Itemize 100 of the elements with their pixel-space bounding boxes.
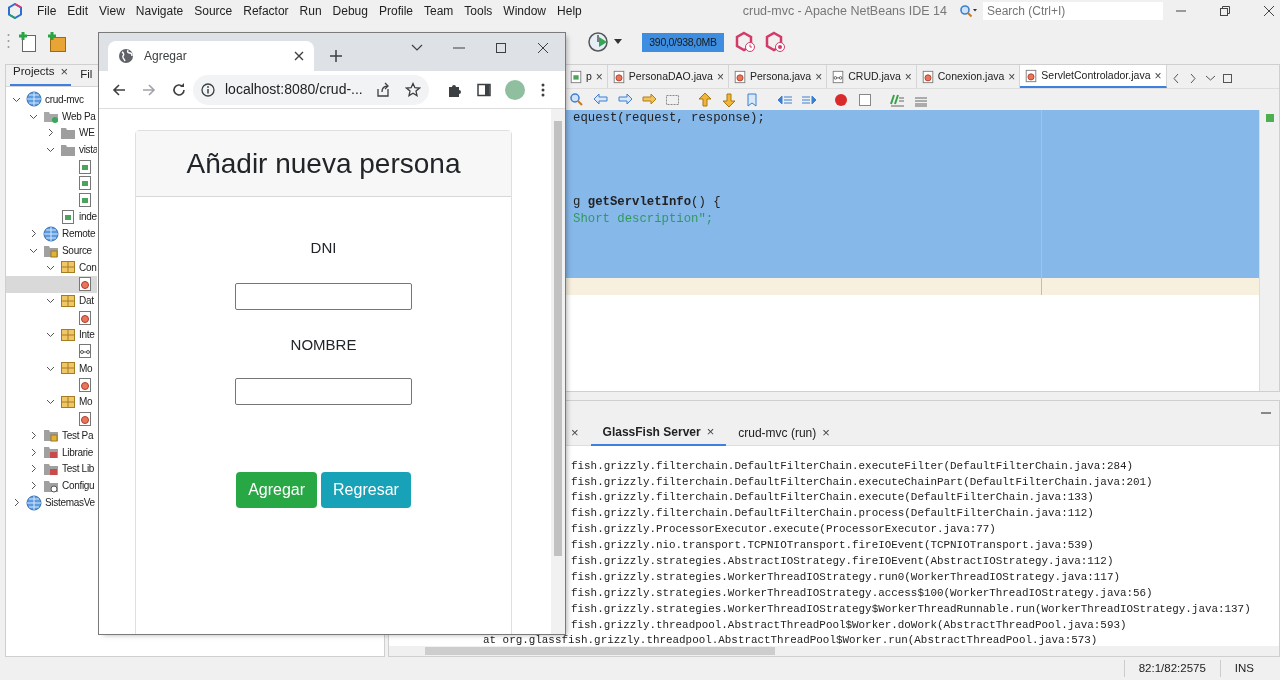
scrollbar-thumb[interactable]: [554, 121, 562, 556]
reload-icon[interactable]: [171, 81, 187, 98]
tree-label: Con: [79, 260, 97, 275]
editor-tab[interactable]: ServletControlador.java ×: [1020, 65, 1167, 88]
chevron-right-icon[interactable]: [12, 498, 21, 507]
menu-item[interactable]: File: [37, 2, 57, 20]
gc-icon[interactable]: [734, 31, 756, 53]
menu-item[interactable]: View: [99, 2, 125, 20]
menu-item[interactable]: Debug: [332, 2, 368, 20]
maximize-icon[interactable]: [1221, 73, 1233, 84]
share-icon[interactable]: [375, 81, 391, 98]
output-tab[interactable]: ×: [571, 420, 591, 446]
menu-item[interactable]: Navigate: [135, 2, 184, 20]
tree-item[interactable]: Con: [6, 258, 97, 276]
tree-item[interactable]: SistemasVe: [6, 494, 97, 511]
menu-item[interactable]: Help: [557, 2, 582, 20]
close-icon[interactable]: [537, 42, 549, 54]
chevron-down-icon[interactable]: [46, 296, 55, 306]
chevron-right-icon[interactable]: [29, 447, 38, 457]
close-icon[interactable]: ×: [571, 423, 579, 443]
down-arrow-icon[interactable]: [721, 91, 737, 108]
tree-item[interactable]: Dat: [6, 292, 97, 310]
chevron-right-icon[interactable]: [29, 481, 38, 491]
chevron-right-icon[interactable]: [46, 128, 55, 138]
menu-item[interactable]: Run: [299, 2, 322, 20]
close-icon[interactable]: ×: [595, 67, 603, 86]
gauge-icon[interactable]: [587, 31, 609, 53]
ok-mark-icon[interactable]: [1265, 114, 1274, 122]
star-icon[interactable]: [405, 81, 421, 98]
search-icon[interactable]: [959, 4, 977, 18]
search-icon[interactable]: [569, 91, 585, 108]
menu-item[interactable]: Edit: [67, 2, 89, 20]
tree-item[interactable]: Web Pa: [6, 107, 97, 125]
chevron-down-icon[interactable]: [29, 246, 38, 256]
tree-item[interactable]: Source: [6, 242, 97, 259]
search-field[interactable]: Search (Ctrl+I): [983, 2, 1163, 20]
output-tab[interactable]: GlassFish Server ×: [590, 420, 727, 446]
close-icon[interactable]: ×: [706, 422, 715, 442]
caret-icon[interactable]: [614, 39, 622, 45]
scrollbar-thumb[interactable]: [425, 647, 775, 656]
menu-item[interactable]: Profile: [379, 2, 413, 20]
menu-item[interactable]: Team: [424, 2, 454, 20]
record-icon[interactable]: [833, 91, 849, 108]
input-field[interactable]: [235, 378, 412, 405]
tree-item[interactable]: inde: [6, 208, 97, 226]
panel-tab[interactable]: Fil: [77, 62, 96, 86]
chevron-right-icon[interactable]: [29, 430, 38, 440]
chevron-down-icon[interactable]: [46, 397, 55, 407]
close-icon[interactable]: ×: [815, 67, 823, 86]
close-icon[interactable]: ×: [1154, 66, 1162, 85]
menu-item[interactable]: Tools: [464, 2, 493, 20]
tree-item[interactable]: WE: [6, 124, 97, 142]
stop-icon[interactable]: [857, 91, 873, 108]
tree-item[interactable]: [6, 275, 97, 293]
output-tab[interactable]: crud-mvc (run) ×: [726, 420, 842, 446]
menu-item[interactable]: Refactor: [243, 2, 289, 20]
menu-item[interactable]: Window: [503, 2, 547, 20]
tree-label: Dat: [79, 294, 94, 309]
info-icon[interactable]: [201, 82, 215, 97]
input-field[interactable]: [235, 283, 412, 310]
plus-icon[interactable]: [330, 50, 342, 62]
new-file-icon[interactable]: [18, 31, 38, 53]
log-line: fish.grizzly.filterchain.DefaultFilterChain.executeFilter(DefaultFilterChain.java:284): [570, 458, 1135, 474]
chevron-down-icon[interactable]: [46, 330, 55, 340]
address-bar[interactable]: localhost:8080/crud-...: [193, 74, 429, 105]
panel-tab[interactable]: Projects ×: [10, 58, 72, 86]
close-icon[interactable]: [294, 51, 304, 61]
sidebar-icon[interactable]: [476, 81, 492, 98]
tree-item[interactable]: Remote: [6, 225, 97, 243]
tree-item[interactable]: Librarie: [6, 443, 97, 461]
chevron-down-icon[interactable]: [46, 145, 55, 155]
restore-icon[interactable]: [1219, 5, 1231, 17]
tree-item[interactable]: Mo: [6, 359, 97, 377]
tree-item[interactable]: Mo: [6, 393, 97, 411]
chevron-right-icon[interactable]: [29, 229, 38, 239]
forward-arrow-icon[interactable]: [141, 81, 157, 98]
memory-meter[interactable]: 390,0/938,0MB: [642, 32, 724, 52]
close-icon[interactable]: ×: [822, 423, 830, 443]
browser-tab[interactable]: Agregar: [108, 41, 314, 71]
menu-item[interactable]: Source: [194, 2, 233, 20]
new-project-icon[interactable]: [47, 31, 67, 53]
chevron-right-icon[interactable]: [29, 464, 38, 474]
tree-item[interactable]: crud-mvc: [6, 91, 97, 108]
form-heading: Añadir nueva persona: [186, 146, 461, 181]
tree-item[interactable]: Test Lib: [6, 460, 97, 478]
tree-item[interactable]: Inte: [6, 326, 97, 343]
globe-icon: [43, 225, 59, 242]
close-icon[interactable]: ×: [716, 67, 724, 86]
up-arrow-icon[interactable]: [697, 91, 713, 108]
gc-icon[interactable]: [764, 31, 786, 53]
maximize-icon[interactable]: [495, 42, 507, 54]
tree-label: inde: [79, 210, 97, 225]
tree-item[interactable]: Configu: [6, 477, 97, 495]
close-icon[interactable]: ×: [904, 67, 912, 86]
tree-item[interactable]: Test Pa: [6, 426, 97, 444]
back-arrow-icon[interactable]: [111, 81, 127, 98]
chevron-down-icon[interactable]: [1204, 73, 1216, 84]
close-icon[interactable]: ×: [1008, 67, 1016, 86]
close-icon[interactable]: [1263, 5, 1275, 17]
close-icon[interactable]: ×: [60, 61, 69, 81]
